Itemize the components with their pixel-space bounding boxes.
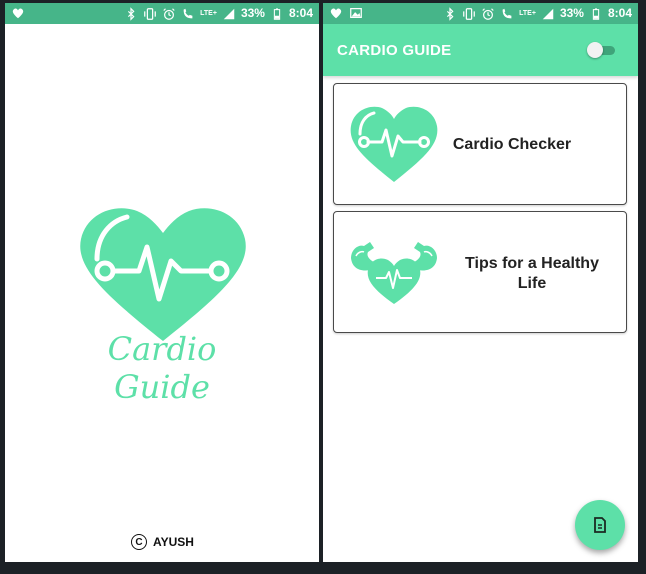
- theme-toggle-switch[interactable]: [587, 42, 617, 58]
- bluetooth-icon: [447, 6, 454, 21]
- author-label: AYUSH: [153, 535, 194, 549]
- splash-screen: LTE+ 33% 8:04 Cardio Guide C AYUSH: [5, 3, 319, 562]
- network-type-label: LTE+: [519, 9, 536, 17]
- battery-icon: [273, 7, 281, 20]
- signal-icon: [223, 8, 235, 19]
- card-title-line-1: Tips for a Healthy: [465, 255, 599, 272]
- copyright-footer: C AYUSH: [131, 534, 194, 550]
- floating-action-button[interactable]: [575, 500, 625, 550]
- alarm-icon: [163, 7, 175, 20]
- alarm-icon: [482, 7, 494, 20]
- toggle-thumb: [587, 42, 603, 58]
- card-title: Cardio Checker: [452, 136, 572, 153]
- battery-icon: [592, 7, 600, 20]
- cardio-checker-card[interactable]: Cardio Checker: [333, 83, 627, 205]
- heart-icon: [12, 8, 24, 19]
- vibrate-icon: [463, 7, 476, 20]
- battery-percent: 33%: [240, 6, 265, 20]
- wifi-calling-icon: [500, 7, 514, 21]
- status-bar: LTE+ 33% 8:04: [5, 3, 319, 24]
- copyright-icon: C: [131, 534, 147, 550]
- heart-pulse-icon: [350, 106, 438, 182]
- flexing-heart-icon: [351, 242, 437, 304]
- clock: 8:04: [607, 6, 632, 20]
- signal-icon: [542, 8, 554, 19]
- network-type-label: LTE+: [200, 9, 217, 17]
- app-title: CARDIO GUIDE: [337, 42, 452, 59]
- brand-wordmark: Cardio Guide: [107, 330, 217, 406]
- battery-percent: 33%: [559, 6, 584, 20]
- main-screen: LTE+ 33% 8:04 CARDIO GUIDE Cardio Checke…: [323, 3, 638, 562]
- status-bar: LTE+ 33% 8:04: [323, 3, 638, 24]
- heart-icon: [330, 8, 342, 19]
- heart-logo-icon: [80, 208, 246, 341]
- wifi-calling-icon: [181, 7, 195, 21]
- card-title-line-2: Life: [517, 275, 547, 292]
- vibrate-icon: [144, 7, 157, 20]
- card-title: Tips for a Healthy Life: [458, 254, 606, 294]
- bluetooth-icon: [128, 6, 135, 21]
- healthy-life-tips-card[interactable]: Tips for a Healthy Life: [333, 211, 627, 333]
- document-icon: [594, 517, 606, 533]
- image-icon: [350, 8, 362, 18]
- app-bar: CARDIO GUIDE: [323, 24, 638, 76]
- clock: 8:04: [288, 6, 313, 20]
